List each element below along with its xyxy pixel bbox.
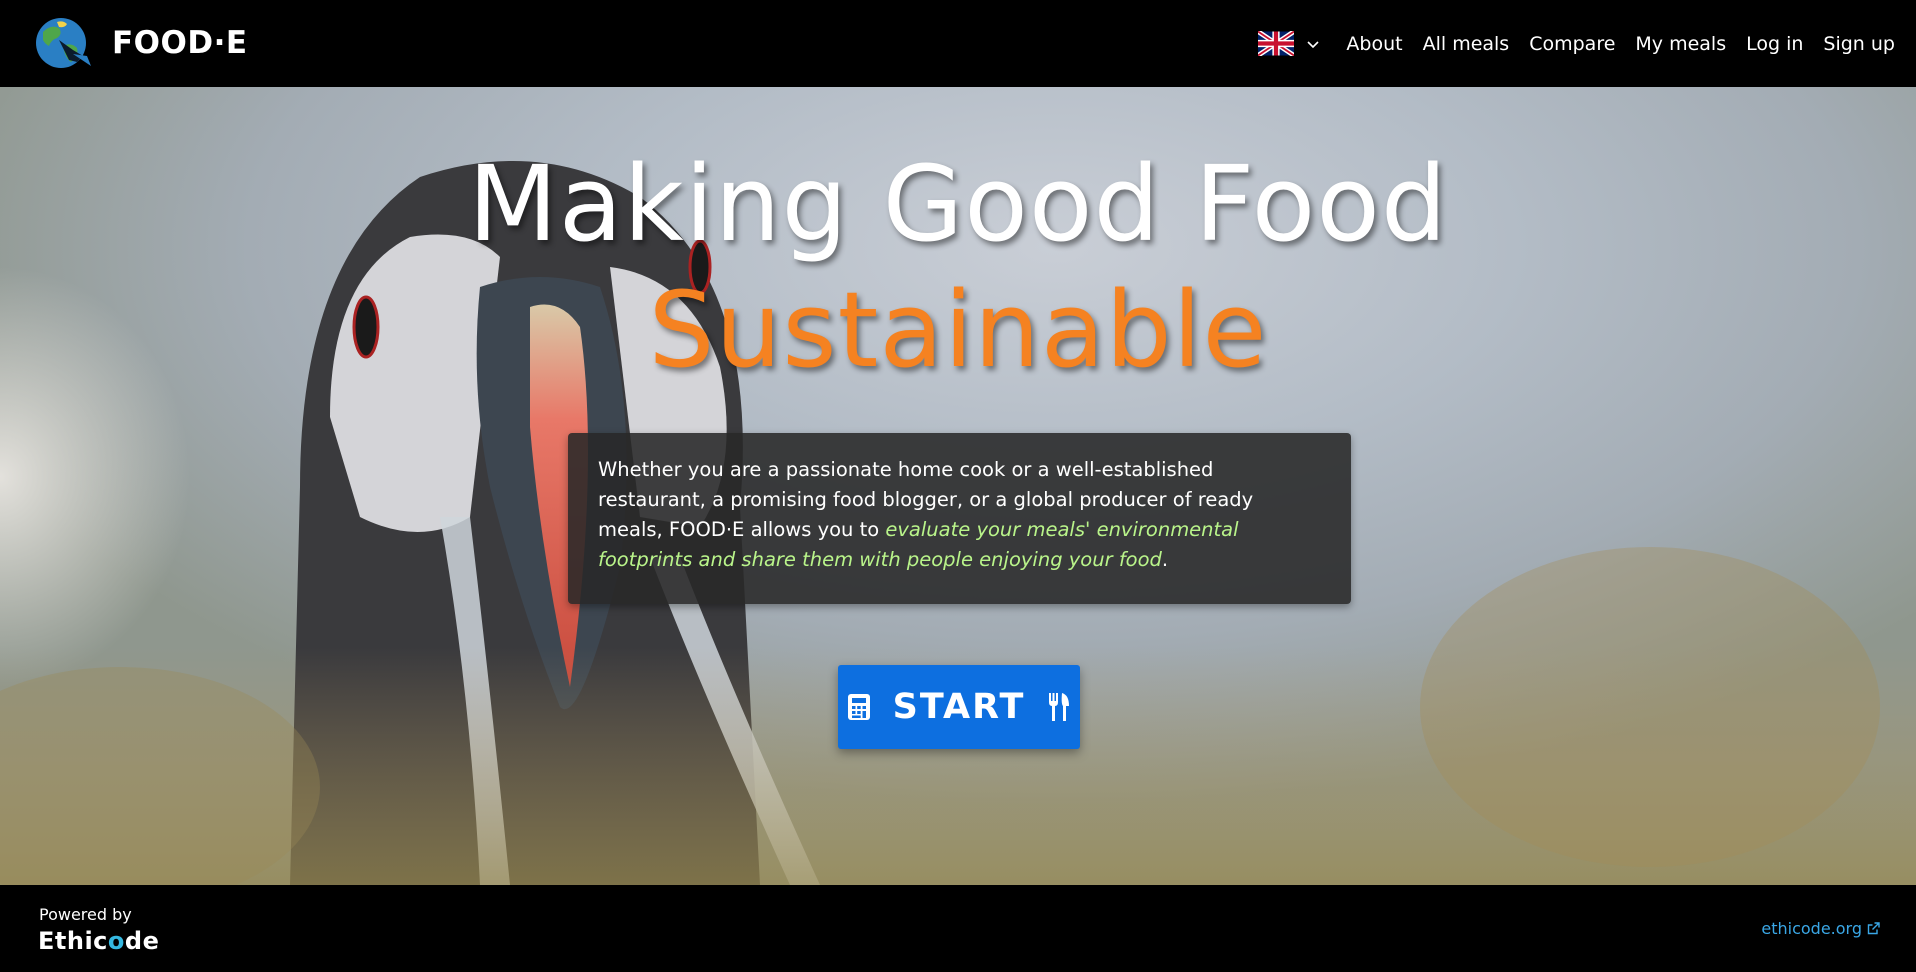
ethicode-link-text: ethicode.org	[1761, 919, 1862, 938]
nav-log-in[interactable]: Log in	[1746, 33, 1803, 55]
footer: Powered by Ethicode ethicode.org	[0, 885, 1916, 972]
intro-paragraph: Whether you are a passionate home cook o…	[598, 455, 1321, 575]
intro-text-box: Whether you are a passionate home cook o…	[568, 433, 1351, 604]
chevron-down-icon	[1307, 40, 1319, 48]
nav-sign-up[interactable]: Sign up	[1823, 33, 1895, 55]
hero-section: Making Good Food Sustainable Whether you…	[0, 87, 1916, 885]
ethicode-logo[interactable]: Ethicode	[38, 927, 159, 955]
external-link-icon	[1867, 922, 1880, 935]
start-label: START	[892, 687, 1026, 727]
language-selector[interactable]	[1258, 31, 1320, 56]
utensils-icon	[1049, 693, 1070, 721]
ethicode-link[interactable]: ethicode.org	[1761, 919, 1880, 938]
nav-all-meals[interactable]: All meals	[1423, 33, 1510, 55]
brand-home-link[interactable]: FOOD·E	[33, 16, 248, 70]
uk-flag-icon	[1258, 31, 1295, 56]
nav-my-meals[interactable]: My meals	[1635, 33, 1726, 55]
intro-end-text: .	[1161, 548, 1169, 571]
calculator-icon	[847, 694, 870, 720]
brand-name: FOOD·E	[112, 25, 248, 61]
nav-about[interactable]: About	[1346, 33, 1402, 55]
top-navbar: FOOD·E About All meals Compare My meals …	[0, 0, 1916, 87]
start-button[interactable]: START	[838, 665, 1080, 749]
headline-line-1: Making Good Food	[468, 143, 1448, 265]
main-nav: About All meals Compare My meals Log in …	[1258, 0, 1895, 87]
headline-line-2: Sustainable	[648, 269, 1268, 391]
nav-compare[interactable]: Compare	[1529, 33, 1615, 55]
powered-by-label: Powered by	[39, 905, 132, 924]
globe-logo-icon	[36, 18, 91, 68]
